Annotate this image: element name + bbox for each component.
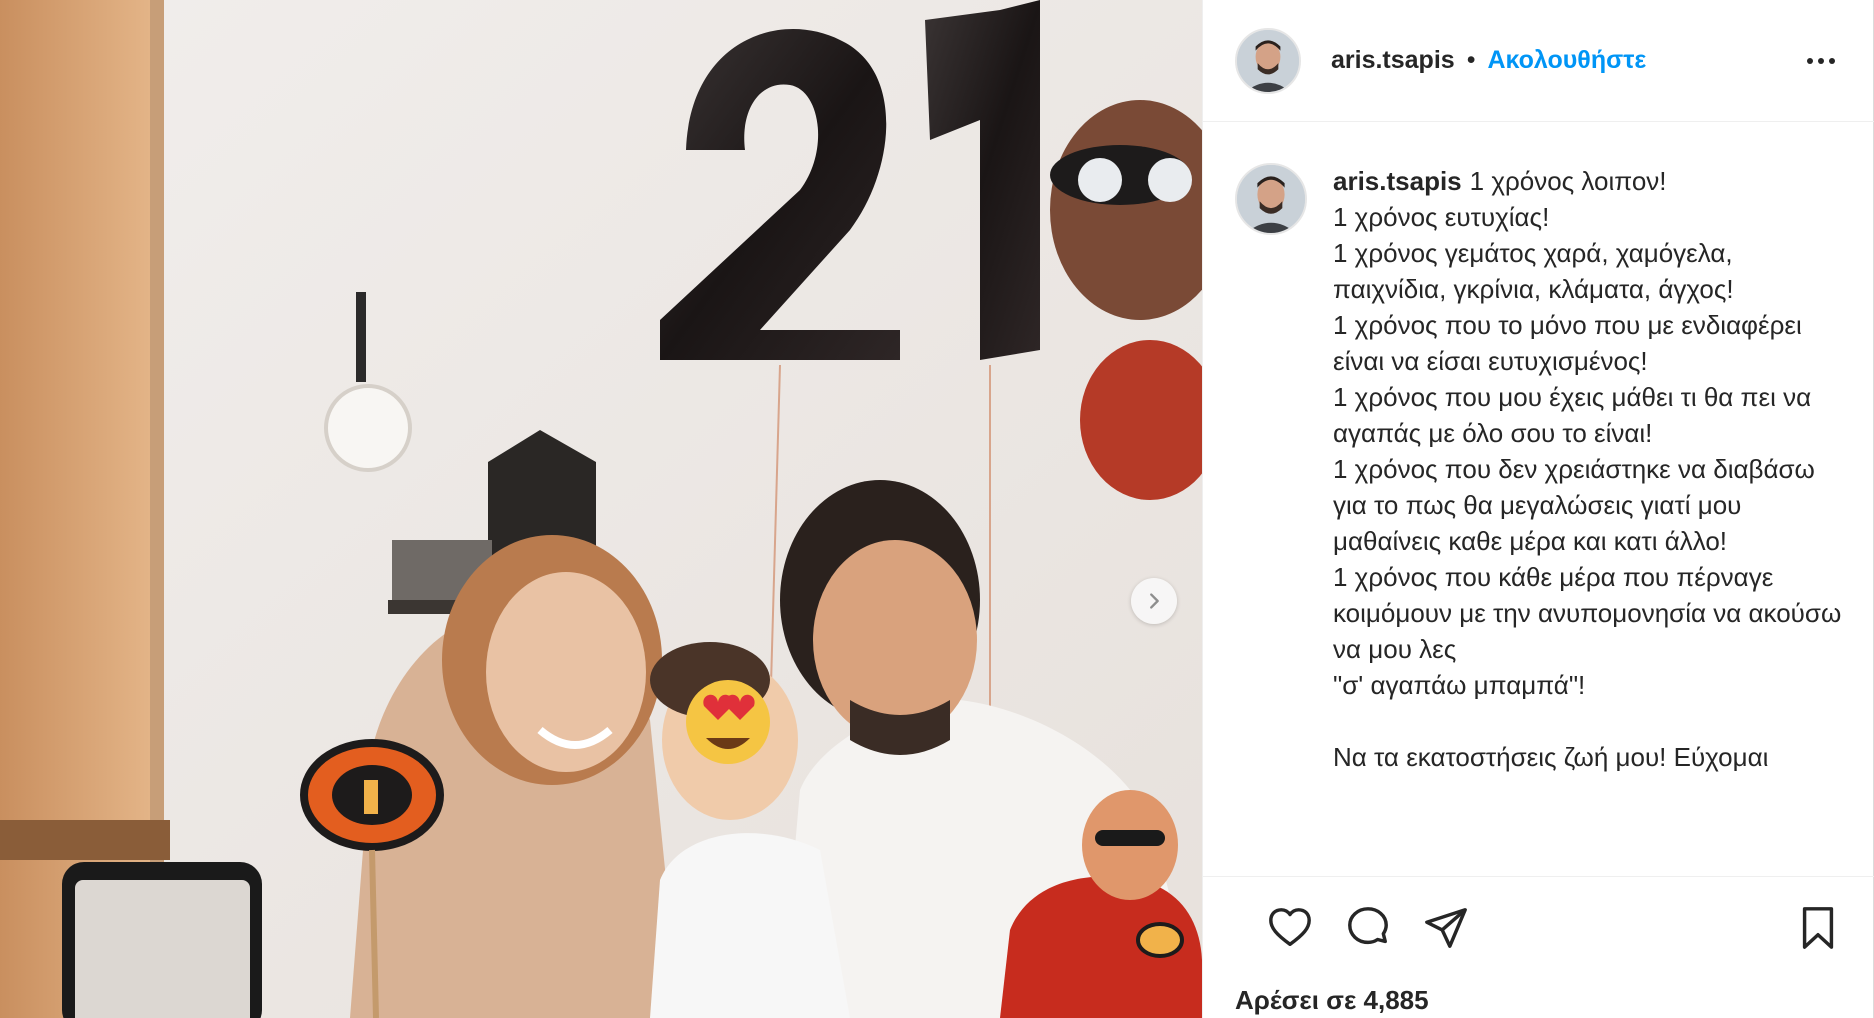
- caption-text: aris.tsapis 1 χρόνος λοιπον! 1 χρόνος ευτ…: [1333, 163, 1843, 775]
- post-photo[interactable]: [0, 0, 1202, 1018]
- follow-button[interactable]: Ακολουθήστε: [1487, 46, 1646, 75]
- post-header: aris.tsapis • Ακολουθήστε: [1203, 0, 1874, 122]
- chevron-right-icon: [1150, 593, 1159, 609]
- caption: aris.tsapis 1 χρόνος λοιπον! 1 χρόνος ευτ…: [1235, 163, 1844, 775]
- bookmark-icon[interactable]: [1795, 905, 1841, 951]
- avatar[interactable]: [1235, 27, 1301, 94]
- likes-count[interactable]: Αρέσει σε 4,885: [1235, 985, 1429, 1016]
- separator-dot: •: [1466, 46, 1476, 74]
- paper-plane-icon[interactable]: [1423, 905, 1469, 951]
- family-birthday-photo: [0, 0, 1202, 1018]
- caption-avatar[interactable]: [1235, 163, 1307, 235]
- header-username[interactable]: aris.tsapis: [1331, 46, 1455, 75]
- post-side-panel: aris.tsapis • Ακολουθήστε aris.tsapis 1 …: [1202, 0, 1874, 1018]
- profile-picture: [1237, 165, 1305, 233]
- post-actions: Αρέσει σε 4,885: [1203, 876, 1874, 1018]
- next-photo-button[interactable]: [1131, 578, 1177, 624]
- caption-username[interactable]: aris.tsapis: [1333, 166, 1462, 196]
- profile-picture: [1237, 29, 1299, 92]
- action-bar: [1235, 877, 1842, 977]
- comments-section[interactable]: aris.tsapis 1 χρόνος λοιπον! 1 χρόνος ευτ…: [1203, 123, 1874, 875]
- caption-body: 1 χρόνος λοιπον! 1 χρόνος ευτυχίας! 1 χρ…: [1333, 166, 1842, 772]
- heart-icon[interactable]: [1267, 905, 1313, 951]
- instagram-post: aris.tsapis • Ακολουθήστε aris.tsapis 1 …: [0, 0, 1874, 1018]
- more-options-icon[interactable]: [1804, 44, 1838, 78]
- comment-icon[interactable]: [1345, 905, 1391, 951]
